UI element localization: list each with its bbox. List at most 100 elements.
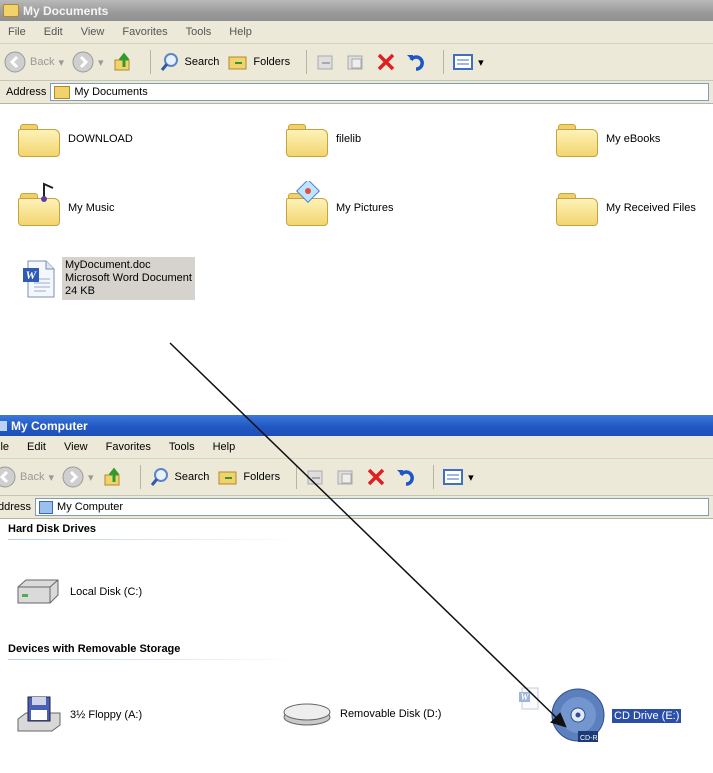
folders-icon bbox=[228, 56, 247, 70]
back-button[interactable]: Back ▾ bbox=[0, 466, 54, 488]
menu-edit[interactable]: Edit bbox=[44, 26, 63, 38]
menu-file[interactable]: File bbox=[8, 26, 26, 38]
menu-tools[interactable]: Tools bbox=[169, 441, 195, 453]
folder-download[interactable]: DOWNLOAD bbox=[18, 122, 133, 157]
folder-icon bbox=[286, 122, 328, 157]
drive-local-disk-c[interactable]: Local Disk (C:) bbox=[14, 577, 142, 607]
window-title: My Computer bbox=[11, 418, 88, 433]
copy-to-button[interactable] bbox=[335, 466, 357, 488]
copy-to-icon bbox=[337, 470, 353, 485]
drive-cd-e[interactable]: CD-R CD Drive (E:) bbox=[550, 687, 682, 745]
folders-icon bbox=[218, 471, 237, 485]
menu-file[interactable]: ile bbox=[0, 441, 9, 453]
menu-view[interactable]: View bbox=[81, 26, 105, 38]
file-size: 24 KB bbox=[65, 285, 95, 297]
delete-button[interactable] bbox=[375, 51, 397, 73]
undo-button[interactable] bbox=[405, 51, 427, 73]
folder-icon bbox=[18, 122, 60, 157]
toolbar-separator bbox=[306, 50, 308, 74]
pictures-folder-icon bbox=[286, 181, 328, 226]
views-button[interactable]: ▾ bbox=[452, 51, 484, 73]
delete-button[interactable] bbox=[365, 466, 387, 488]
folder-icon bbox=[556, 191, 598, 226]
folders-button[interactable]: Folders bbox=[227, 51, 290, 73]
file-type: Microsoft Word Document bbox=[65, 272, 192, 284]
up-folder-button[interactable] bbox=[102, 466, 124, 488]
back-arrow-icon bbox=[0, 466, 16, 488]
toolbar-separator bbox=[296, 465, 298, 489]
toolbar-separator bbox=[139, 465, 141, 489]
menu-favorites[interactable]: Favorites bbox=[106, 441, 151, 453]
menu-help[interactable]: Help bbox=[229, 26, 252, 38]
views-icon bbox=[443, 469, 464, 485]
menu-bar: File Edit View Favorites Tools Help bbox=[0, 21, 713, 44]
views-button[interactable]: ▾ bbox=[442, 466, 474, 488]
copy-to-button[interactable] bbox=[345, 51, 367, 73]
my-documents-window: My Documents File Edit View Favorites To… bbox=[0, 0, 713, 415]
search-button[interactable]: Search bbox=[159, 51, 219, 73]
removable-disk-icon bbox=[283, 703, 331, 726]
svg-text:W: W bbox=[26, 268, 38, 282]
word-document-drag-ghost-icon: W bbox=[519, 687, 539, 710]
svg-text:W: W bbox=[521, 692, 530, 702]
drive-floppy-a[interactable]: 3½ Floppy (A:) bbox=[16, 695, 142, 735]
my-computer-window: My Computer ile Edit View Favorites Tool… bbox=[0, 415, 713, 773]
move-to-icon bbox=[317, 55, 333, 70]
cd-drive-icon: CD-R bbox=[551, 688, 605, 742]
address-label: ddress bbox=[0, 501, 32, 513]
drive-removable-d[interactable]: Removable Disk (D:) bbox=[282, 701, 441, 727]
chevron-down-icon: ▾ bbox=[48, 471, 54, 484]
music-folder-icon bbox=[18, 182, 60, 226]
search-button[interactable]: Search bbox=[149, 466, 209, 488]
folder-my-music[interactable]: My Music bbox=[18, 182, 114, 226]
address-value: My Computer bbox=[57, 501, 124, 513]
address-field[interactable]: My Computer bbox=[35, 498, 709, 516]
address-label: Address bbox=[6, 86, 47, 98]
menu-view[interactable]: View bbox=[64, 441, 88, 453]
menu-edit[interactable]: Edit bbox=[27, 441, 46, 453]
forward-arrow-icon bbox=[72, 51, 94, 73]
copy-to-icon bbox=[347, 55, 363, 70]
menu-help[interactable]: Help bbox=[213, 441, 236, 453]
delete-x-icon bbox=[367, 468, 385, 486]
folder-icon bbox=[54, 85, 71, 99]
folder-filelib[interactable]: filelib bbox=[286, 122, 361, 157]
folder-my-pictures[interactable]: My Pictures bbox=[286, 181, 393, 226]
address-field[interactable]: My Documents bbox=[50, 83, 709, 101]
file-info: MyDocument.doc Microsoft Word Document 2… bbox=[62, 257, 195, 300]
forward-button[interactable]: ▾ bbox=[72, 51, 104, 73]
undo-button[interactable] bbox=[395, 466, 417, 488]
views-icon bbox=[453, 54, 474, 70]
drive-list: Hard Disk Drives Local Disk (C:) Devices… bbox=[0, 519, 713, 773]
title-bar[interactable]: My Computer bbox=[0, 415, 713, 436]
search-icon bbox=[160, 53, 178, 71]
my-computer-icon bbox=[39, 500, 54, 514]
address-bar: Address My Documents bbox=[0, 81, 713, 104]
file-mydocument-doc[interactable]: W MyDocument.doc Microsoft Word Document… bbox=[22, 257, 195, 300]
toolbar-separator bbox=[443, 50, 445, 74]
move-to-button[interactable] bbox=[305, 466, 327, 488]
address-value: My Documents bbox=[74, 86, 148, 98]
toolbar-separator bbox=[149, 50, 151, 74]
word-document-icon: W bbox=[23, 260, 55, 297]
move-to-button[interactable] bbox=[315, 51, 337, 73]
up-folder-button[interactable] bbox=[112, 51, 134, 73]
folder-my-ebooks[interactable]: My eBooks bbox=[556, 122, 660, 157]
folder-my-received-files[interactable]: My Received Files bbox=[556, 191, 696, 226]
folder-icon bbox=[556, 122, 598, 157]
forward-arrow-icon bbox=[62, 466, 84, 488]
menu-favorites[interactable]: Favorites bbox=[122, 26, 167, 38]
file-name: MyDocument.doc bbox=[65, 259, 151, 271]
file-list: DOWNLOAD filelib My eBooks My Music My P… bbox=[0, 104, 713, 415]
menu-tools[interactable]: Tools bbox=[186, 26, 212, 38]
toolbar-separator bbox=[433, 465, 435, 489]
menu-bar: ile Edit View Favorites Tools Help bbox=[0, 436, 713, 459]
forward-button[interactable]: ▾ bbox=[62, 466, 94, 488]
computer-icon bbox=[0, 420, 7, 431]
folder-icon bbox=[3, 4, 19, 17]
back-button[interactable]: Back ▾ bbox=[4, 51, 64, 73]
folders-button[interactable]: Folders bbox=[217, 466, 280, 488]
delete-x-icon bbox=[377, 53, 395, 71]
title-bar[interactable]: My Documents bbox=[0, 0, 713, 21]
undo-icon bbox=[407, 55, 425, 71]
